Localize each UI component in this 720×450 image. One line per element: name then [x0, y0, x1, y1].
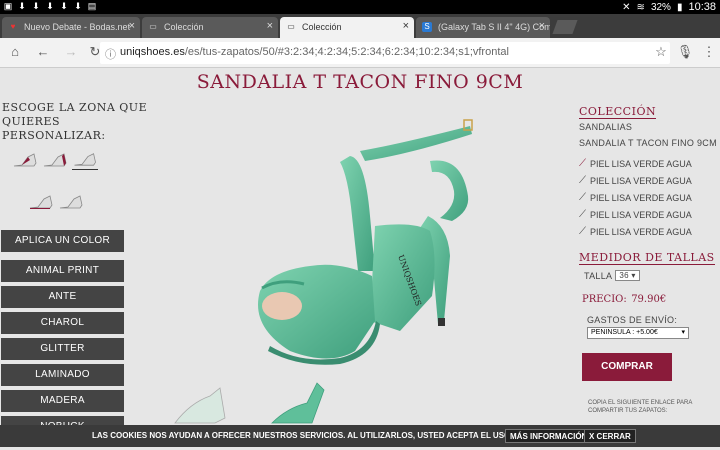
zone-thumb-sole[interactable]	[28, 190, 54, 212]
address-bar: ⌂ ← → ↻ ⓘ uniqshoes.es/es/tus-zapatos/50…	[0, 38, 720, 68]
part-material: PIEL LISA VERDE AGUA	[590, 226, 692, 237]
ante-button[interactable]: ANTE	[1, 286, 124, 308]
zone-thumb-insole[interactable]	[58, 190, 84, 212]
page-title: SANDALIA T TACON FINO 9CM	[196, 71, 524, 93]
star-icon[interactable]: ☆	[652, 44, 670, 60]
zone-thumb-straps[interactable]	[12, 148, 38, 170]
part-material: PIEL LISA VERDE AGUA	[590, 192, 692, 203]
glitter-button[interactable]: GLITTER	[1, 338, 124, 360]
part-row[interactable]: ⟋ PIEL LISA VERDE AGUA	[579, 226, 719, 237]
home-icon[interactable]: ⌂	[6, 44, 24, 59]
battery-icon: ▮	[676, 1, 683, 13]
page-content: SANDALIA T TACON FINO 9CM ESCOGE LA ZONA…	[0, 68, 720, 450]
apply-color-button[interactable]: APLICA UN COLOR	[1, 230, 124, 252]
tab-coleccion-1[interactable]: ▭ Colección ×	[142, 17, 278, 38]
madera-button[interactable]: MADERA	[1, 390, 124, 412]
shipping-label: GASTOS DE ENVÍO:	[587, 315, 678, 325]
collection-heading: COLECCIÓN	[579, 105, 657, 119]
forward-icon[interactable]: →	[62, 44, 80, 59]
chevron-down-icon: ▾	[631, 271, 636, 280]
close-icon[interactable]: ×	[267, 20, 273, 32]
menu-icon[interactable]: ⋮	[700, 44, 718, 60]
url-field[interactable]: ⓘ uniqshoes.es/es/tus-zapatos/50/#3:2:34…	[100, 42, 670, 64]
download-icon: ⬇	[46, 1, 54, 11]
share-text: COPIA EL SIGUIENTE ENLACE PARA COMPARTIR…	[588, 400, 693, 414]
more-info-button[interactable]: MÁS INFORMACIÓN	[505, 429, 593, 443]
collection-category: SANDALIAS	[579, 122, 633, 132]
shoe-image: UNIQSHOES	[258, 119, 473, 365]
shoe-zone-icon: ⟋	[579, 192, 586, 203]
info-icon: ⓘ	[105, 49, 116, 61]
download-icon: ⬇	[60, 1, 68, 11]
new-tab-button[interactable]	[552, 20, 578, 34]
laminado-button[interactable]: LAMINADO	[1, 364, 124, 386]
tab-label: Colección	[302, 22, 342, 32]
notification-icons: ▣ ⬇ ⬇ ⬇ ⬇ ⬇ ▤	[3, 1, 97, 12]
zone-thumb-heel[interactable]	[42, 148, 68, 170]
tab-bodas[interactable]: ♥ Nuevo Debate - Bodas.net ×	[2, 17, 140, 38]
back-icon[interactable]: ←	[34, 44, 52, 59]
part-row[interactable]: ⟋ PIEL LISA VERDE AGUA	[579, 158, 719, 169]
cookie-banner: LAS COOKIES NOS AYUDAN A OFRECER NUESTRO…	[0, 425, 720, 447]
shipping-value: PENINSULA : +5.00€	[591, 329, 658, 336]
shoe-zone-icon: ⟋	[579, 158, 586, 169]
gallery-icon: ▤	[87, 1, 97, 11]
cookie-text: LAS COOKIES NOS AYUDAN A OFRECER NUESTRO…	[92, 431, 565, 440]
download-icon: ⬇	[74, 1, 82, 11]
url-host: uniqshoes.es	[120, 46, 185, 58]
tab-label: Colección	[164, 22, 204, 32]
shoe-zone-icon: ⟋	[579, 209, 586, 220]
close-icon[interactable]: ×	[403, 20, 409, 32]
part-material: PIEL LISA VERDE AGUA	[590, 175, 692, 186]
heart-icon: ♥	[10, 22, 16, 31]
shoe-zone-icon: ⟋	[579, 226, 586, 237]
animal-print-button[interactable]: ANIMAL PRINT	[1, 260, 124, 282]
size-select[interactable]: 36 ▾	[615, 270, 640, 281]
close-cookie-button[interactable]: X CERRAR	[584, 429, 636, 443]
wifi-icon: ≋	[636, 1, 645, 13]
close-icon[interactable]: ×	[539, 20, 545, 32]
url-path: /es/tus-zapatos/50/#3:2:34;4:2:34;5:2:34…	[184, 46, 509, 58]
close-icon[interactable]: ×	[129, 20, 135, 32]
mic-icon[interactable]: 🎙	[676, 44, 694, 60]
zone-label: ESCOGE LA ZONA QUE QUIERES PERSONALIZAR:	[2, 101, 148, 142]
part-row[interactable]: ⟋ PIEL LISA VERDE AGUA	[579, 209, 719, 220]
image-notification-icon: ▣	[3, 1, 13, 11]
download-icon: ⬇	[32, 1, 40, 11]
charol-button[interactable]: CHAROL	[1, 312, 124, 334]
chevron-down-icon: ▾	[681, 329, 685, 336]
s-icon: S	[422, 22, 432, 32]
page-icon: ▭	[287, 22, 295, 31]
size-value: 36	[619, 271, 629, 280]
part-material: PIEL LISA VERDE AGUA	[590, 209, 692, 220]
tab-galaxy[interactable]: S (Galaxy Tab S II 4" 4G) Com ×	[416, 17, 550, 38]
page-icon: ▭	[149, 22, 157, 31]
shipping-select[interactable]: PENINSULA : +5.00€ ▾	[587, 327, 689, 339]
download-icon: ⬇	[18, 1, 26, 11]
talla-label: TALLA	[584, 270, 613, 281]
clock: 10:38	[688, 1, 716, 13]
size-guide-heading[interactable]: MEDIDOR DE TALLAS	[579, 251, 715, 265]
status-bar: ▣ ⬇ ⬇ ⬇ ⬇ ⬇ ▤ ✕ ≋ 32% ▮ 10:38	[0, 0, 720, 14]
shoe-thumb-front[interactable]	[262, 378, 332, 428]
tab-bar: ♥ Nuevo Debate - Bodas.net × ▭ Colección…	[0, 14, 720, 38]
tab-label: (Galaxy Tab S II 4" 4G) Com	[438, 22, 550, 32]
product-details: COLECCIÓN SANDALIAS SANDALIA T TACON FIN…	[579, 102, 719, 339]
part-material: PIEL LISA VERDE AGUA	[590, 158, 692, 169]
buy-button[interactable]: COMPRAR	[582, 353, 672, 381]
tab-label: Nuevo Debate - Bodas.net	[24, 22, 131, 32]
battery-text: 32%	[650, 1, 671, 13]
price-label: PRECIO:	[582, 294, 627, 305]
part-row[interactable]: ⟋ PIEL LISA VERDE AGUA	[579, 175, 719, 186]
shoe-thumb-side[interactable]	[170, 378, 230, 428]
collection-model: SANDALIA T TACON FINO 9CM	[579, 138, 717, 148]
tab-coleccion-2[interactable]: ▭ Colección ×	[280, 17, 414, 38]
price-value: 79.90€	[631, 294, 667, 305]
zone-thumb-back[interactable]	[72, 148, 98, 170]
part-row[interactable]: ⟋ PIEL LISA VERDE AGUA	[579, 192, 719, 203]
mute-icon: ✕	[622, 1, 631, 13]
shoe-zone-icon: ⟋	[579, 175, 586, 186]
